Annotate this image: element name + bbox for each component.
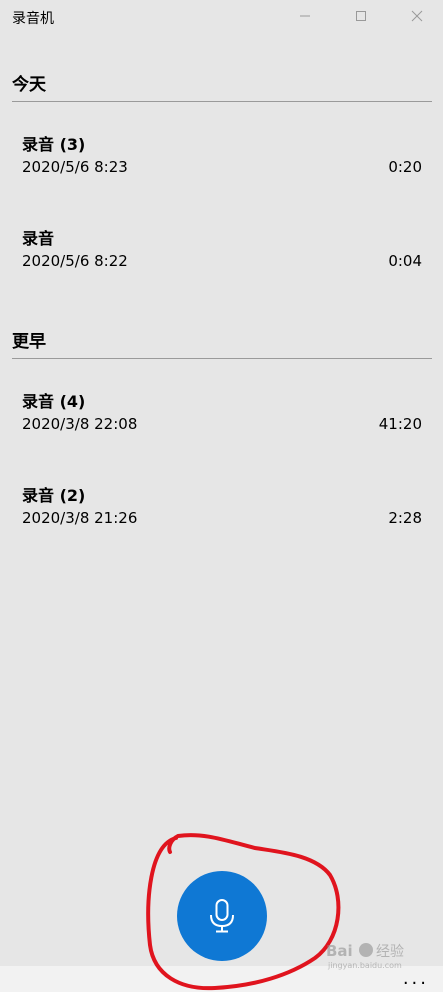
recording-name: 录音	[22, 229, 55, 248]
recording-duration: 2:28	[388, 509, 422, 527]
window-title: 录音机	[12, 11, 54, 27]
recording-name: 录音 (2)	[22, 486, 86, 505]
recording-item[interactable]: 录音 (3) 2020/5/6 8:23 0:20	[0, 131, 443, 211]
recording-duration: 0:04	[388, 252, 422, 270]
close-button[interactable]	[394, 0, 440, 32]
microphone-icon	[210, 899, 234, 933]
title-bar[interactable]: 录音机	[0, 0, 443, 32]
more-button[interactable]: ...	[403, 970, 429, 988]
svg-text:jingyan.baidu.com: jingyan.baidu.com	[327, 961, 402, 970]
svg-text:经验: 经验	[376, 944, 404, 960]
recording-date: 2020/3/8 22:08	[22, 415, 138, 433]
recording-duration: 0:20	[388, 158, 422, 176]
voice-recorder-window: 录音机 今天 录音 (3) 2020/5/6 8:23 0:20 录音 2020…	[0, 0, 443, 992]
minimize-icon	[300, 15, 310, 17]
section-header-today: 今天	[12, 75, 46, 95]
recording-item[interactable]: 录音 2020/5/6 8:22 0:04	[0, 225, 443, 305]
baidu-watermark-logo: Bai 经验 jingyan.baidu.com	[326, 942, 404, 970]
section-header-earlier: 更早	[12, 332, 46, 352]
section-divider	[12, 358, 432, 359]
recording-date: 2020/5/6 8:23	[22, 158, 128, 176]
recording-date: 2020/5/6 8:22	[22, 252, 128, 270]
close-icon	[411, 10, 423, 22]
recording-item[interactable]: 录音 (2) 2020/3/8 21:26 2:28	[0, 482, 443, 562]
recording-duration: 41:20	[378, 415, 422, 433]
section-divider	[12, 101, 432, 102]
svg-text:Bai: Bai	[326, 942, 353, 960]
recording-date: 2020/3/8 21:26	[22, 509, 138, 527]
recording-item[interactable]: 录音 (4) 2020/3/8 22:08 41:20	[0, 388, 443, 468]
recording-name: 录音 (4)	[22, 392, 86, 411]
maximize-icon	[356, 11, 366, 21]
minimize-button[interactable]	[282, 0, 328, 32]
record-button[interactable]	[177, 871, 267, 961]
recording-name: 录音 (3)	[22, 135, 86, 154]
maximize-button[interactable]	[338, 0, 384, 32]
